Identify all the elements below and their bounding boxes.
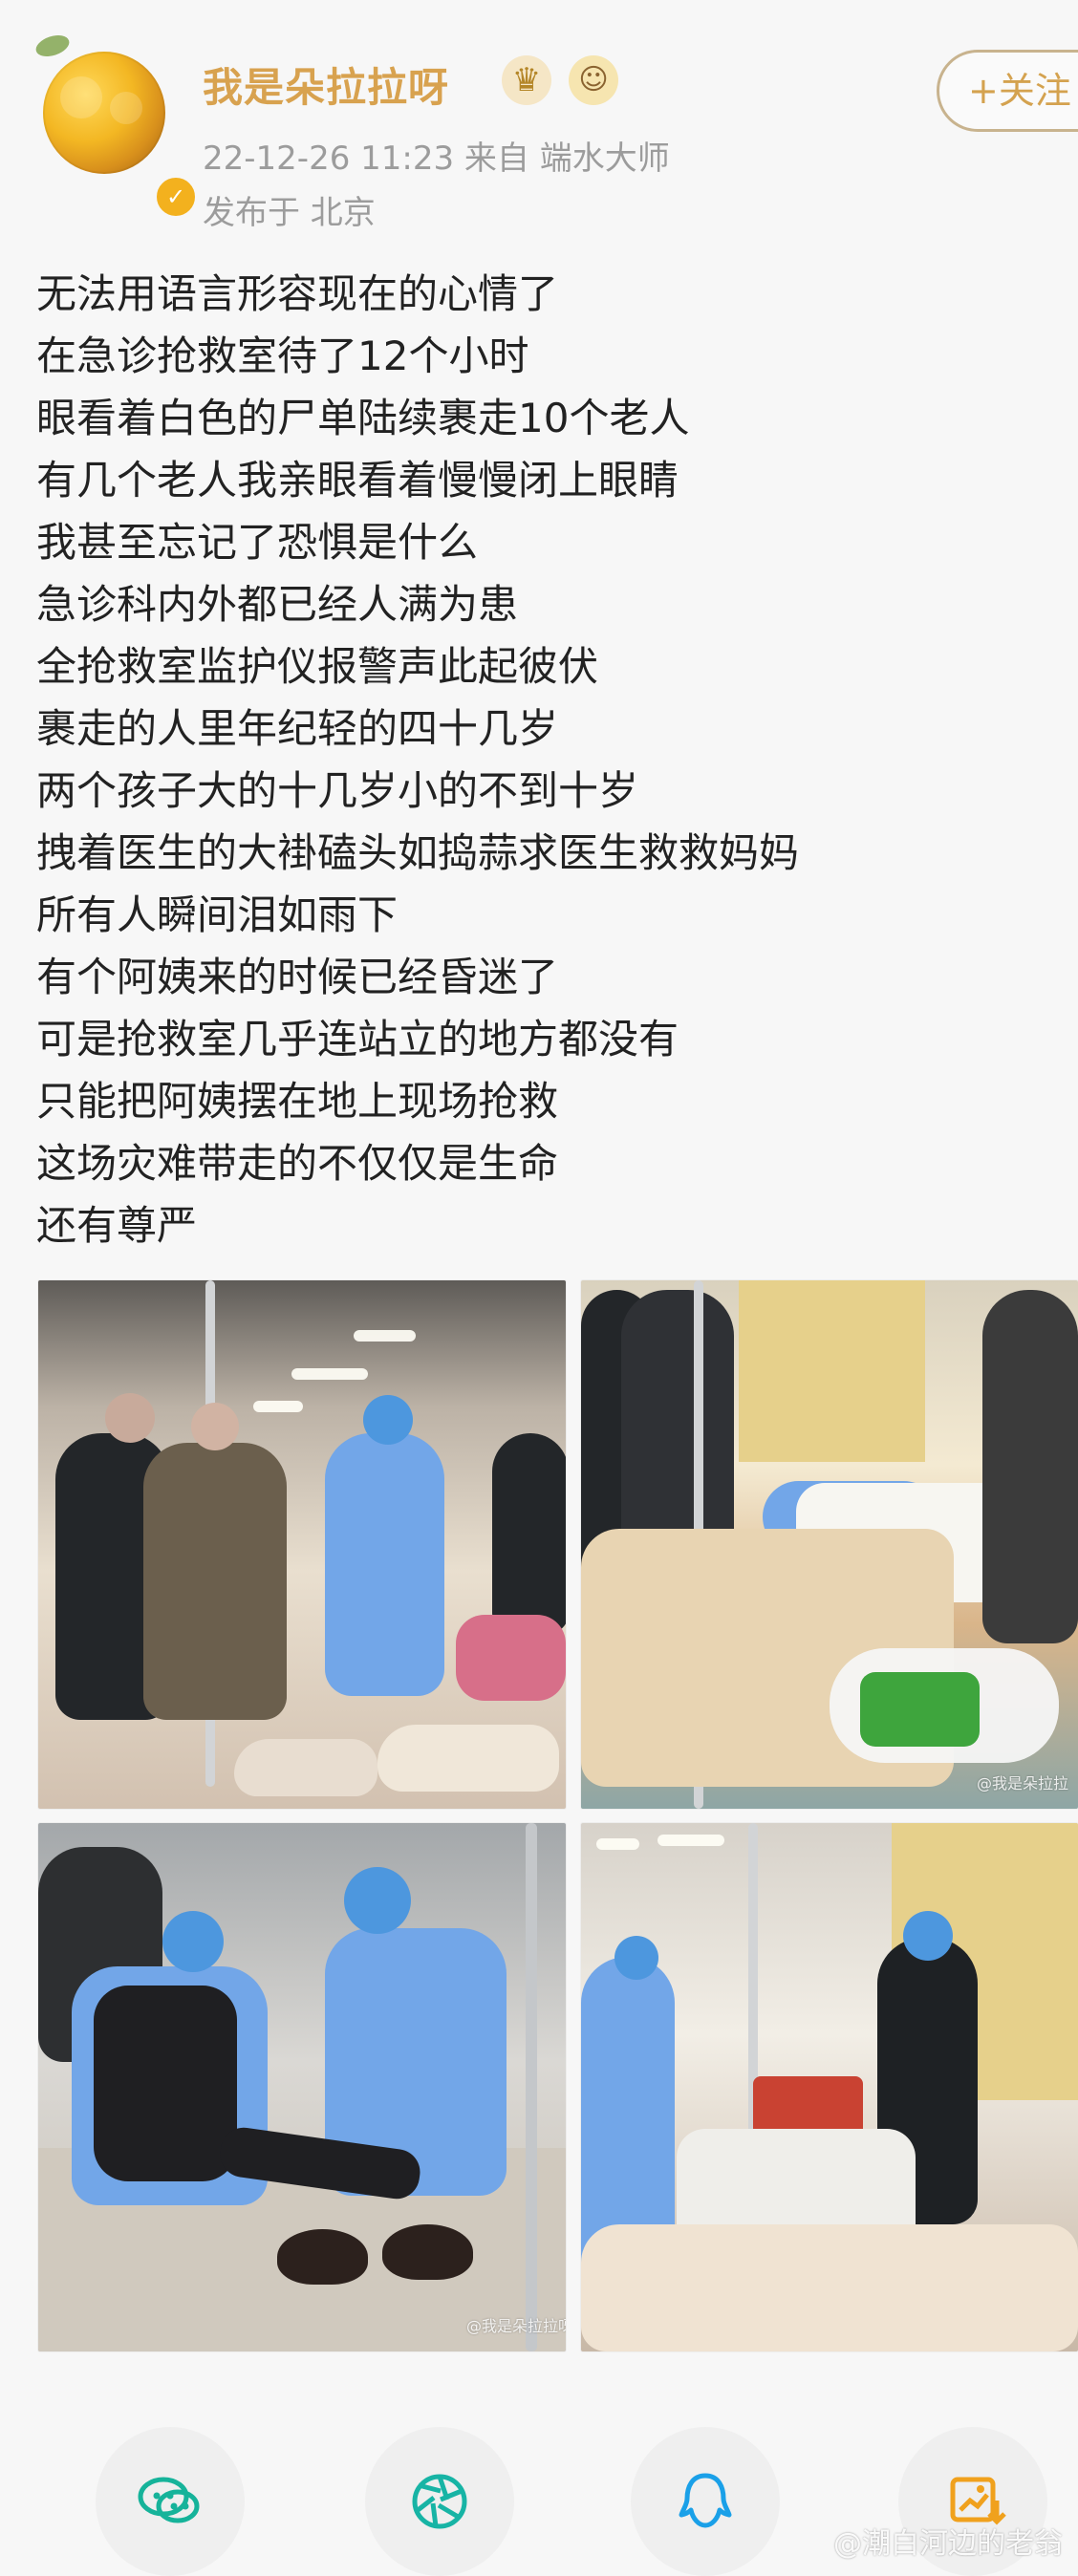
hospital-bed-blanket: [456, 1615, 566, 1701]
share-moments-button[interactable]: [365, 2427, 514, 2576]
post-line-10: 拽着医生的大褂磕头如捣蒜求医生救救妈妈: [36, 829, 800, 876]
patient-visitor: [982, 1290, 1078, 1643]
person-head: [105, 1393, 155, 1443]
medical-cap: [363, 1395, 413, 1445]
ceiling-light: [596, 1838, 639, 1850]
post-line-6: 急诊科内外都已经人满为患: [36, 581, 519, 628]
medical-staff: [325, 1433, 444, 1696]
post-line-11: 所有人瞬间泪如雨下: [36, 891, 399, 938]
post-image-1[interactable]: [38, 1280, 566, 1809]
avatar[interactable]: ✓: [32, 31, 198, 219]
post-line-16: 还有尊严: [36, 1202, 198, 1249]
post-line-8: 裹走的人里年纪轻的四十几岁: [36, 705, 559, 752]
post-line-4: 有几个老人我亲眼看着慢慢闭上眼睛: [36, 457, 679, 504]
follow-button[interactable]: +关注: [937, 50, 1078, 132]
share-wechat-button[interactable]: [96, 2427, 245, 2576]
ceiling-light: [253, 1401, 303, 1412]
ceiling-light: [658, 1835, 724, 1846]
emoji-icon: ☺: [569, 55, 618, 105]
post-line-12: 有个阿姨来的时候已经昏迷了: [36, 954, 559, 1000]
post-image-2[interactable]: @我是朵拉拉: [581, 1280, 1078, 1809]
patient-visitor: [143, 1443, 287, 1720]
wechat-icon: [138, 2477, 200, 2523]
post-line-15: 这场灾难带走的不仅仅是生命: [36, 1140, 559, 1187]
post-text: 无法用语言形容现在的心情了 在急诊抢救室待了12个小时 眼看着白色的尸单陆续裹走…: [36, 263, 1021, 1256]
post-line-3: 眼看着白色的尸单陆续裹走10个老人: [36, 395, 690, 441]
medical-cap: [614, 1936, 658, 1980]
avatar-leaf-icon: [32, 31, 73, 61]
patient-shoe: [382, 2224, 473, 2280]
bed-frame: [526, 1823, 537, 2351]
follow-label: +关注: [968, 70, 1071, 112]
post-line-1: 无法用语言形容现在的心情了: [36, 270, 559, 317]
share-qq-button[interactable]: [631, 2427, 780, 2576]
post-meta: 22-12-26 11:23 来自 端水大师: [203, 132, 670, 179]
medical-cap: [344, 1867, 411, 1934]
ceiling-light: [291, 1368, 368, 1380]
patient-shoe: [277, 2229, 368, 2285]
hospital-bed-blanket: [377, 1725, 559, 1792]
footer-watermark: @潮白河边的老翁: [833, 2527, 1063, 2561]
patient-on-floor: [94, 1986, 237, 2181]
image-watermark: @我是朵拉拉: [976, 1774, 1068, 1792]
avatar-image: [43, 52, 165, 174]
post-line-5: 我甚至忘记了恐惧是什么: [36, 519, 479, 566]
person-head: [191, 1403, 239, 1450]
verified-badge-icon: ✓: [154, 175, 198, 219]
post-image-3[interactable]: @我是朵拉拉呀: [38, 1823, 566, 2351]
post-meta-text: 22-12-26 11:23 来自 端水大师: [203, 140, 670, 178]
post-line-9: 两个孩子大的十几岁小的不到十岁: [36, 767, 639, 814]
medical-cap: [903, 1911, 953, 1961]
post-line-2: 在急诊抢救室待了12个小时: [36, 333, 529, 379]
post-line-7: 全抢救室监护仪报警声此起彼伏: [36, 643, 599, 690]
post-line-13: 可是抢救室几乎连站立的地方都没有: [36, 1016, 679, 1063]
post-image-4[interactable]: [581, 1823, 1078, 2351]
username[interactable]: 我是朵拉拉呀: [203, 55, 449, 114]
post-line-14: 只能把阿姨摆在地上现场抢救: [36, 1078, 559, 1125]
curtain: [739, 1280, 925, 1462]
qq-icon: [679, 2473, 732, 2528]
crown-icon: ♛: [502, 55, 551, 105]
moments-icon: [412, 2474, 467, 2529]
green-container: [860, 1672, 980, 1747]
medical-cap: [162, 1911, 224, 1972]
image-watermark: @我是朵拉拉呀: [466, 2317, 566, 2335]
patient-visitor: [492, 1433, 566, 1634]
post-location: 发布于 北京: [203, 194, 376, 232]
hospital-bed-blanket: [581, 2224, 1078, 2351]
ceiling-light: [354, 1330, 416, 1342]
hospital-bed-blanket: [234, 1739, 377, 1796]
